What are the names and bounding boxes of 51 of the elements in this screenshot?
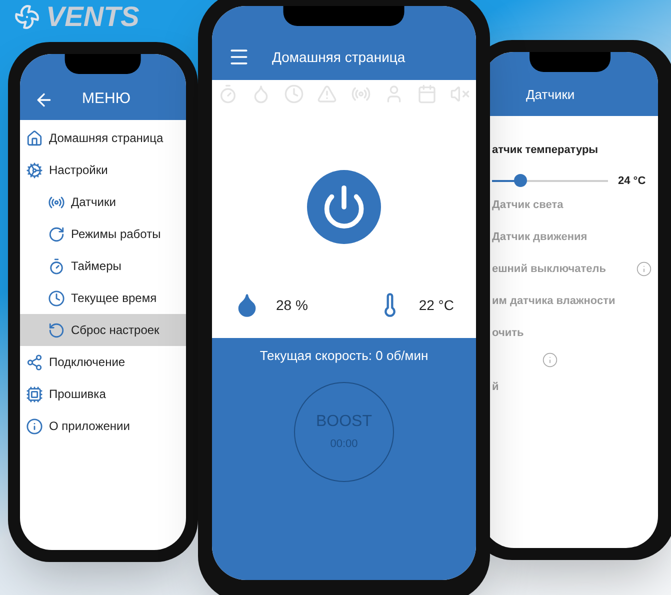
chip-icon <box>26 386 43 402</box>
menu-label: Прошивка <box>49 386 106 403</box>
menu-label: Сброс настроек <box>71 322 160 339</box>
share-icon <box>26 354 43 370</box>
speed-text: Текущая скорость: 0 об/мин <box>260 347 428 365</box>
clock-icon <box>284 84 304 104</box>
settings-icon <box>26 162 43 178</box>
sensor-label: очить <box>492 326 524 341</box>
menu-item[interactable]: Текущее время <box>20 282 186 314</box>
menu-item[interactable]: Таймеры <box>20 250 186 282</box>
menu-item[interactable]: Датчики <box>20 186 186 218</box>
sensor-label: ешний выключатель <box>492 262 606 277</box>
menu-label: Настройки <box>49 162 108 179</box>
menu-label: Текущее время <box>71 290 157 307</box>
header-title: Домашняя страница <box>272 48 406 67</box>
sensor-label: Датчик света <box>492 198 564 213</box>
timer-icon <box>218 84 238 104</box>
menu-label: Режимы работы <box>71 226 161 243</box>
calendar-icon <box>416 84 437 104</box>
circle-arrow-icon <box>48 226 65 242</box>
menu-label: Подключение <box>49 354 126 371</box>
humidity-value: 28 % <box>276 296 308 314</box>
timer-icon <box>48 258 65 274</box>
menu-item[interactable]: О приложении <box>20 410 186 442</box>
clock-icon <box>48 290 65 306</box>
sensor-label: им датчика влажности <box>492 294 616 309</box>
sensor-label: Датчик движения <box>492 230 588 245</box>
mute-icon <box>450 84 470 104</box>
sensor-title: атчик температуры <box>492 143 600 158</box>
menu-label: О приложении <box>49 418 130 435</box>
temperature-value: 22 °C <box>418 296 454 314</box>
menu-item[interactable]: Сброс настроек <box>20 314 186 346</box>
menu-label: Таймеры <box>71 258 122 275</box>
menu-label: Домашняя страница <box>49 130 164 147</box>
warning-icon <box>317 84 338 104</box>
sensor-reading: 24 °C <box>618 174 646 188</box>
menu-item[interactable]: Подключение <box>20 346 186 378</box>
menu-item[interactable]: Режимы работы <box>20 218 186 250</box>
menu-item[interactable]: Прошивка <box>20 378 186 410</box>
menu-label: Датчики <box>71 194 116 211</box>
brand-logo: VENTS <box>46 2 140 32</box>
reset-icon <box>48 322 65 338</box>
slider-thumb[interactable] <box>514 174 527 187</box>
header-title: МЕНЮ <box>82 88 130 108</box>
info-icon <box>26 418 43 434</box>
menu-item[interactable]: Домашняя страница <box>20 122 186 154</box>
header-title: Датчики <box>526 86 575 104</box>
menu-item[interactable]: Настройки <box>20 154 186 186</box>
fan-logo-icon <box>14 4 40 30</box>
sensor-label: й <box>492 380 499 395</box>
home-icon <box>26 130 43 146</box>
